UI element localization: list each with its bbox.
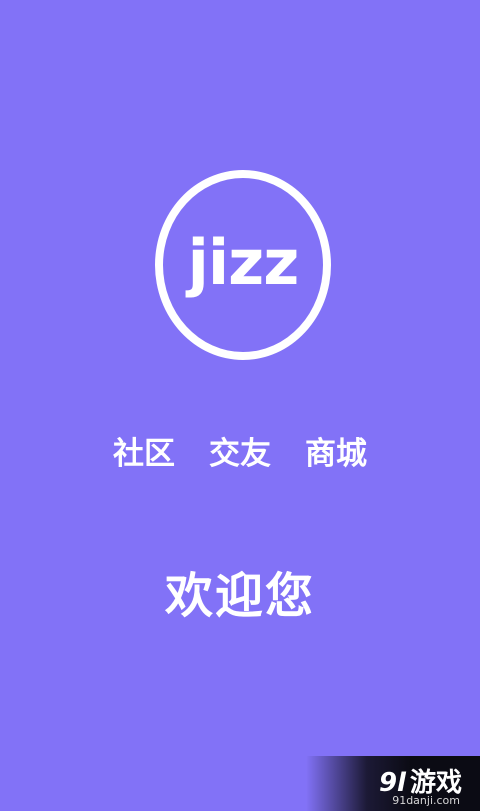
- watermark-url: 91danji.com: [392, 794, 460, 807]
- app-logo: jizz: [155, 170, 331, 360]
- welcome-text: 欢迎您: [164, 568, 315, 624]
- tagline-mall: 商城: [305, 436, 367, 472]
- tagline: 社区 交友 商城: [0, 428, 480, 473]
- logo-text: jizz: [187, 225, 300, 299]
- splash-screen: jizz 社区 交友 商城 欢迎您 9l 游戏 91danji.com: [0, 0, 480, 811]
- tagline-community: 社区: [113, 436, 175, 472]
- tagline-friends: 交友: [209, 436, 271, 472]
- site-watermark: 9l 游戏 91danji.com: [306, 756, 480, 811]
